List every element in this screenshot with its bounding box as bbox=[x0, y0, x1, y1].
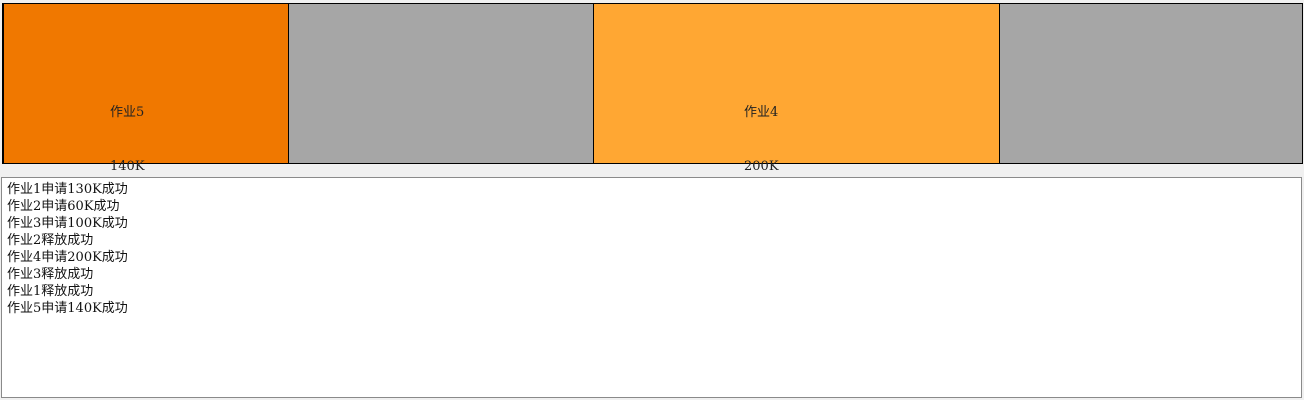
memory-block-job4: 作业4 200K bbox=[594, 4, 1000, 174]
memory-allocation-bar: 作业5 140K 作业4 200K bbox=[2, 3, 1303, 174]
memory-block-job5: 作业5 140K bbox=[4, 4, 289, 174]
memory-block-free bbox=[289, 4, 594, 163]
log-line: 作业3释放成功 bbox=[7, 267, 94, 282]
log-line: 作业1释放成功 bbox=[7, 284, 94, 299]
block-size: 200K bbox=[744, 159, 779, 174]
block-job-name: 作业5 bbox=[110, 105, 145, 120]
block-size: 140K bbox=[110, 159, 145, 174]
log-line: 作业1申请130K成功 bbox=[7, 182, 128, 197]
log-line: 作业3申请100K成功 bbox=[7, 216, 128, 231]
memory-block-free bbox=[1000, 4, 1302, 163]
log-line: 作业5申请140K成功 bbox=[7, 301, 128, 316]
log-line: 作业2申请60K成功 bbox=[7, 199, 120, 214]
block-job-name: 作业4 bbox=[744, 105, 779, 120]
log-line: 作业4申请200K成功 bbox=[7, 250, 128, 265]
operation-log-textarea[interactable]: 作业1申请130K成功 作业2申请60K成功 作业3申请100K成功 作业2释放… bbox=[1, 177, 1302, 398]
log-line: 作业2释放成功 bbox=[7, 233, 94, 248]
